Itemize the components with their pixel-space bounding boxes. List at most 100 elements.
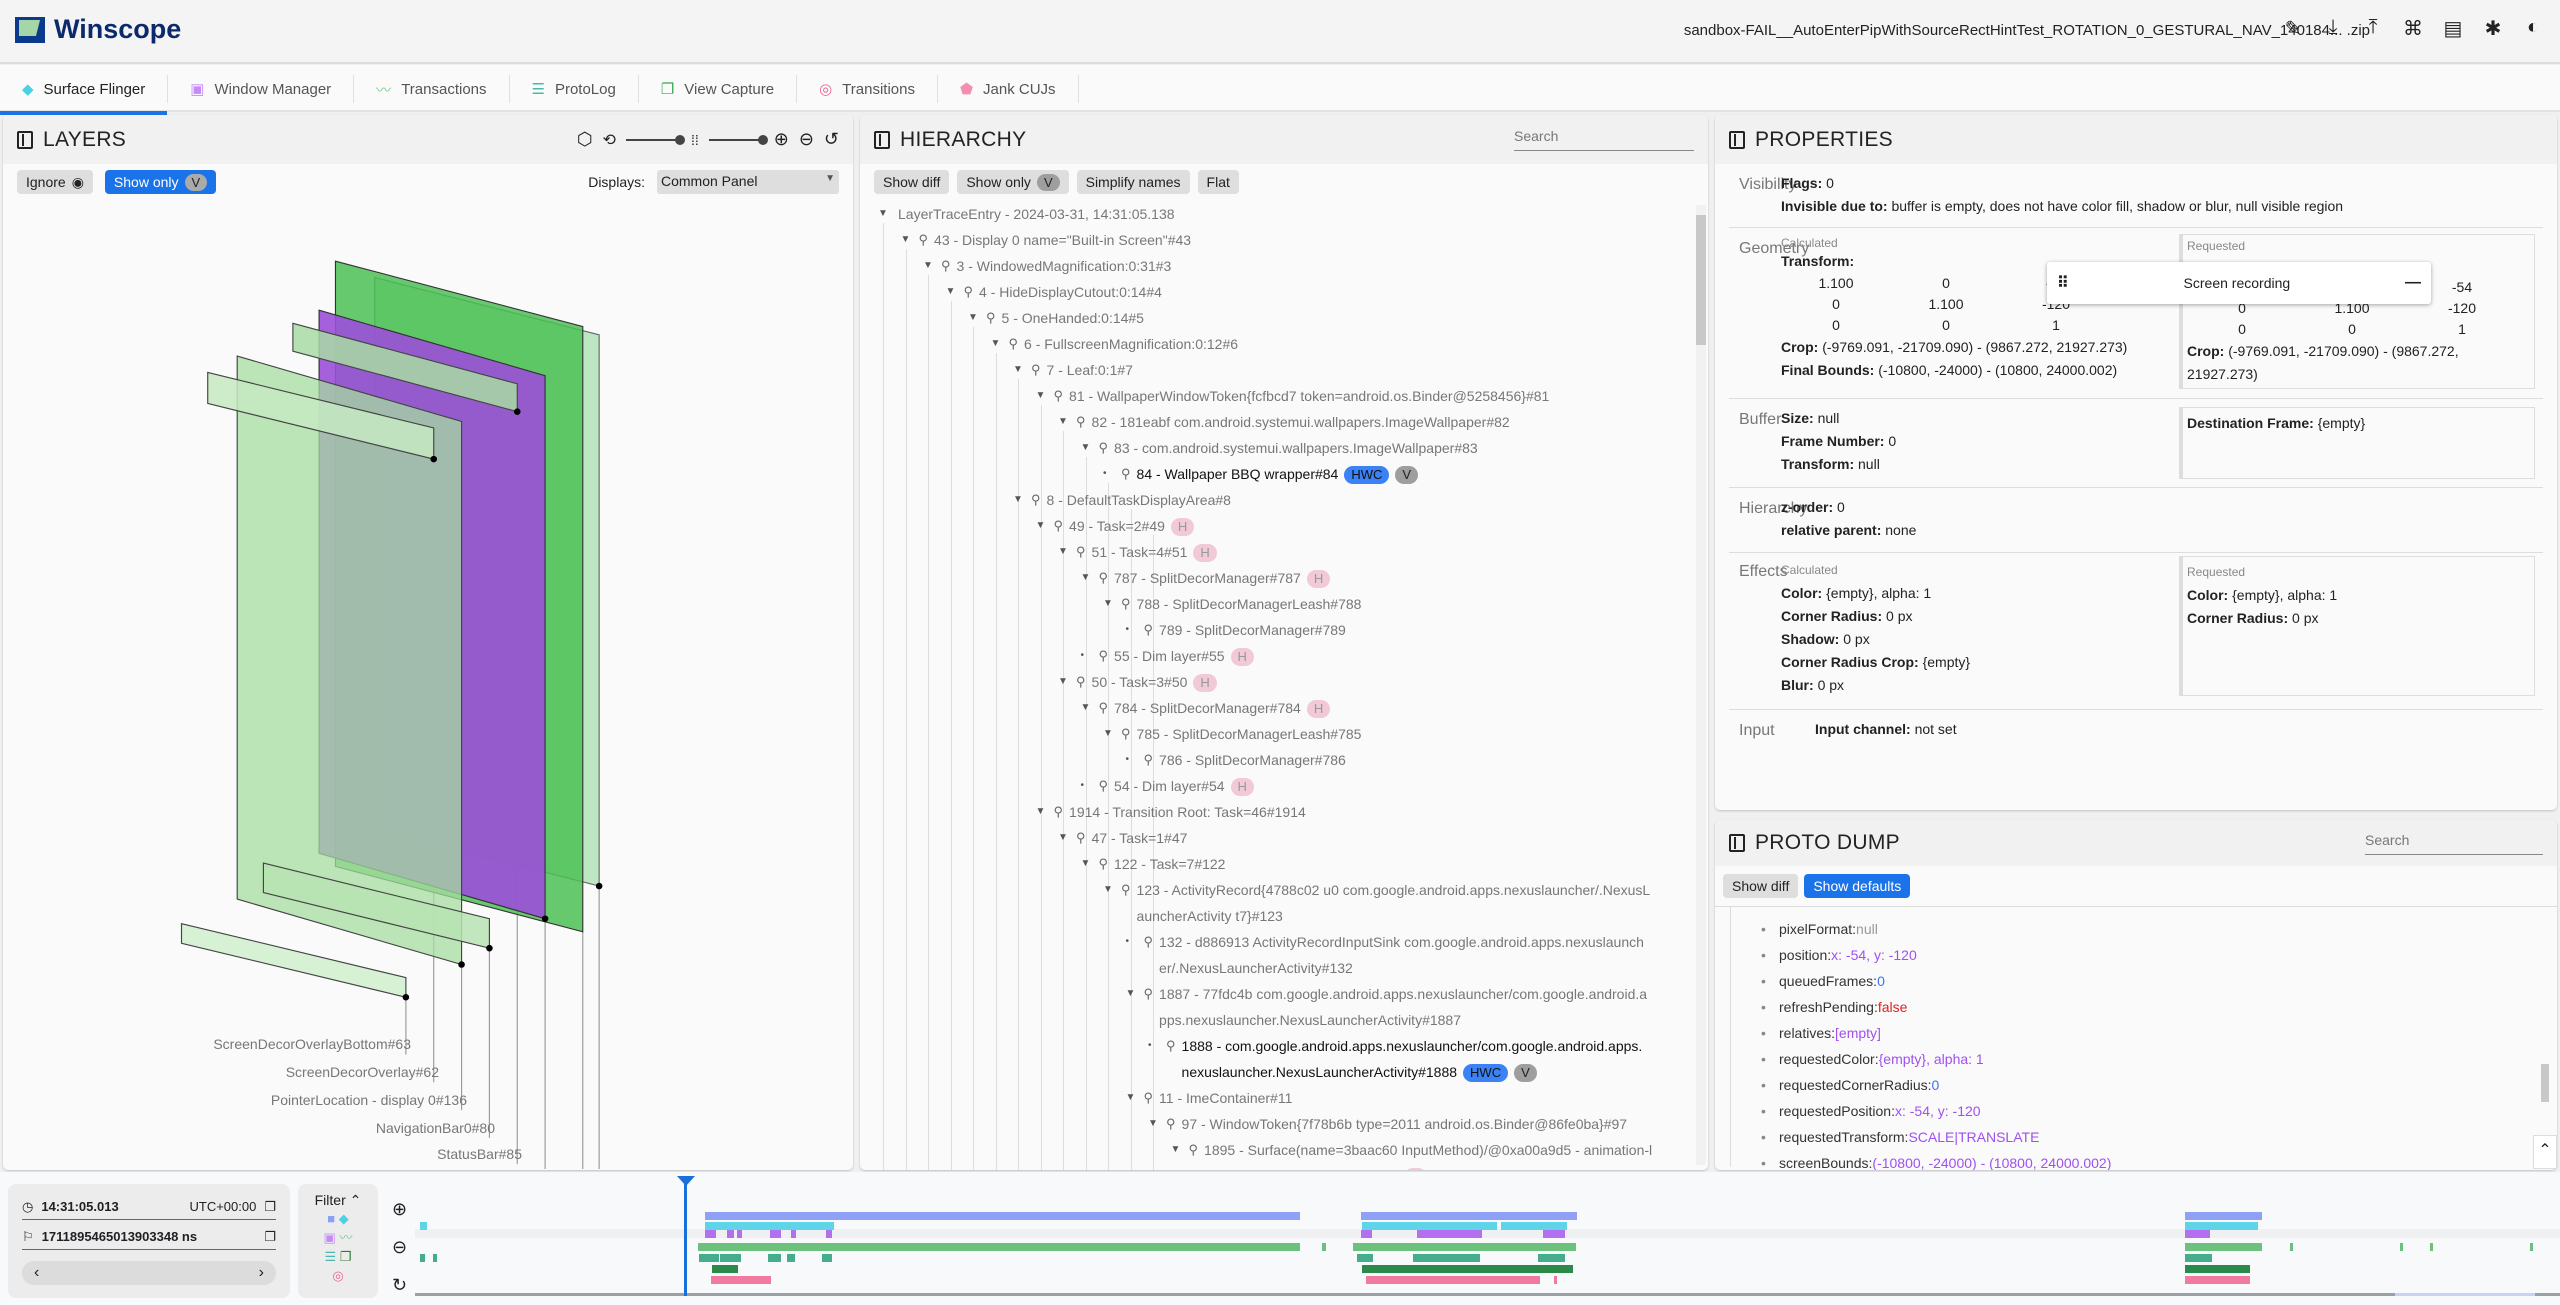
timeline-entry[interactable] — [2290, 1243, 2293, 1251]
expand-arrow-icon[interactable]: ▼ — [1081, 851, 1095, 877]
tree-node[interactable]: ▼ ⚲ 1887 - 77fdc4b com.google.android.apps… — [1126, 981, 1648, 1033]
proto-node[interactable]: requestedPosition:x: -54, y: -120 — [1761, 1098, 1981, 1124]
tab-window-manager[interactable]: ▣ Window Manager — [168, 75, 355, 103]
pin-icon[interactable]: ⚲ — [1144, 981, 1154, 1007]
tab-view-capture[interactable]: ❐ View Capture — [639, 75, 798, 103]
pin-icon[interactable]: ⚲ — [1121, 721, 1131, 747]
expand-arrow-icon[interactable]: ▼ — [1058, 539, 1072, 565]
tree-node[interactable]: ▼ ⚲ 1914 - Transition Root: Task=46#1914 — [1036, 799, 1306, 825]
cursor-handle-icon[interactable] — [677, 1176, 695, 1186]
screen-recording-widget[interactable]: ⠿ Screen recording — — [2047, 262, 2431, 304]
show-diff-button[interactable]: Show diff — [874, 170, 950, 194]
layer-label[interactable]: NavigationBar0#80 — [376, 1120, 495, 1136]
tree-node[interactable]: ▼ ⚲ 82 - 181eabf com.android.systemui.wall… — [1058, 409, 1510, 435]
tree-node[interactable]: • ⚲ 54 - Dim layer#54 H — [1081, 773, 1254, 799]
expand-arrow-icon[interactable]: ▼ — [946, 279, 960, 305]
timeline-entry[interactable] — [1362, 1265, 1573, 1273]
timeline-entry[interactable] — [737, 1230, 742, 1238]
tree-node[interactable]: • ⚲ 55 - Dim layer#55 H — [1081, 643, 1254, 669]
show-only-button[interactable]: Show only V — [104, 170, 217, 194]
tree-node[interactable]: ▼ ⚲ 97 - WindowToken{7f78b6b type=2011 and… — [1148, 1111, 1627, 1137]
ns-field[interactable]: ⚐ 1711895465013903348 ns ❐ — [22, 1224, 276, 1250]
pin-icon[interactable]: ⚲ — [1054, 799, 1064, 825]
pin-icon[interactable]: ⚲ — [919, 227, 929, 253]
pin-icon[interactable]: ⚲ — [1099, 435, 1109, 461]
pin-icon[interactable]: ⚲ — [1099, 565, 1109, 591]
tree-node[interactable]: ▼ ⚲ 4 - HideDisplayCutout:0:14#4 — [946, 279, 1162, 305]
expand-arrow-icon[interactable]: ▼ — [1081, 695, 1095, 721]
tree-node[interactable]: ▼ ⚲ 785 - SplitDecorManagerLeash#785 — [1103, 721, 1361, 747]
hierarchy-search-input[interactable]: Search — [1514, 128, 1694, 151]
pin-icon[interactable]: ⚲ — [1144, 747, 1154, 773]
timeline-entry[interactable] — [420, 1254, 425, 1262]
bug-icon[interactable]: ✱ — [2480, 16, 2506, 41]
timeline-entry[interactable] — [822, 1254, 832, 1262]
timeline-entry[interactable] — [1322, 1243, 1326, 1251]
tree-node[interactable]: ▼ ⚲ 11 - ImeContainer#11 — [1126, 1085, 1293, 1111]
tree-node[interactable]: ▼ ⚲ 49 - Task=2#49 H — [1036, 513, 1195, 539]
timeline-entry[interactable] — [1501, 1222, 1567, 1230]
timeline-entry[interactable] — [720, 1254, 741, 1262]
pin-icon[interactable]: ⚲ — [1054, 383, 1064, 409]
copy-icon[interactable]: ❐ — [264, 1229, 276, 1245]
timeline-entry[interactable] — [1417, 1230, 1482, 1238]
expand-arrow-icon[interactable]: ▼ — [991, 331, 1005, 357]
timeline-entry[interactable] — [1361, 1230, 1372, 1238]
reset-zoom-icon[interactable]: ↻ — [392, 1266, 407, 1304]
tree-node[interactable]: ▼ ⚲ 122 - Task=7#122 — [1081, 851, 1226, 877]
scroll-top-button[interactable]: ⌃ — [2533, 1135, 2557, 1169]
layers-3d-canvas[interactable] — [3, 199, 853, 1169]
tab-protolog[interactable]: ☰ ProtoLog — [510, 75, 639, 103]
timeline-entry[interactable] — [705, 1230, 716, 1238]
download-icon[interactable]: ⤓ — [2320, 16, 2346, 41]
video-icon[interactable]: ■ — [327, 1211, 335, 1226]
timeline-entry[interactable] — [705, 1222, 834, 1230]
cube-icon[interactable]: ⬡ — [577, 129, 593, 150]
timeline-entry[interactable] — [1366, 1276, 1540, 1284]
proto-search-input[interactable]: Search — [2365, 832, 2543, 855]
timeline-entry[interactable] — [2530, 1243, 2533, 1251]
chevron-up-icon[interactable]: ⌃ — [350, 1192, 362, 1208]
expand-arrow-icon[interactable]: ▼ — [1058, 669, 1072, 695]
timeline-entry[interactable] — [711, 1276, 771, 1284]
tree-node[interactable]: • ⚲ 84 - Wallpaper BBQ wrapper#84 HWC V — [1103, 461, 1419, 487]
timeline-entry[interactable] — [768, 1254, 781, 1262]
pin-icon[interactable]: ⚲ — [1144, 1085, 1154, 1111]
pin-icon[interactable]: ⚲ — [1099, 773, 1109, 799]
expand-arrow-icon[interactable]: ▼ — [1058, 825, 1072, 851]
spacing-slider[interactable] — [708, 134, 768, 145]
layer-label[interactable]: ScreenDecorOverlay#62 — [286, 1064, 439, 1080]
shortcuts-icon[interactable]: ⌘ — [2400, 16, 2426, 41]
pin-icon[interactable]: ⚲ — [1076, 825, 1086, 851]
expand-arrow-icon[interactable]: ▼ — [1148, 1111, 1162, 1137]
timeline-entry[interactable] — [826, 1230, 832, 1238]
tree-node[interactable]: • ⚲ 786 - SplitDecorManager#786 — [1126, 747, 1346, 773]
copy-icon[interactable]: ❐ — [264, 1199, 276, 1215]
next-entry-icon[interactable]: › — [259, 1261, 264, 1285]
pin-icon[interactable]: ⚲ — [1076, 539, 1086, 565]
tree-node[interactable]: ▼ ⚲ 3 - WindowedMagnification:0:31#3 — [923, 253, 1171, 279]
tab-transactions[interactable]: 〰 Transactions — [354, 75, 510, 103]
proto-node[interactable]: pixelFormat:null — [1761, 916, 1878, 942]
tab-surface-flinger[interactable]: ◆ Surface Flinger — [0, 75, 169, 115]
pin-icon[interactable]: ⚲ — [1099, 695, 1109, 721]
tree-node[interactable]: • ⚲ 789 - SplitDecorManager#789 — [1126, 617, 1346, 643]
timeline-entry[interactable] — [698, 1243, 1300, 1251]
timeline-entry[interactable] — [2185, 1243, 2262, 1251]
tree-node[interactable]: ▼ ⚲ 8 - DefaultTaskDisplayArea#8 — [1013, 487, 1231, 513]
zoom-in-icon[interactable]: ⊕ — [392, 1190, 407, 1228]
tree-node[interactable]: • ⚲ 132 - d886913 ActivityRecordInputSink … — [1126, 929, 1644, 981]
pin-icon[interactable]: ⚲ — [964, 279, 974, 305]
list-icon[interactable]: ☰ — [325, 1249, 337, 1264]
timeline-entry[interactable] — [787, 1254, 795, 1262]
timeline-entry[interactable] — [1357, 1254, 1373, 1262]
timeline-entry[interactable] — [727, 1230, 734, 1238]
timeline-entry[interactable] — [1538, 1254, 1565, 1262]
tree-node[interactable]: ▼ ⚲ 1895 - Surface(name=3baac60 InputMetho… — [1171, 1137, 1652, 1170]
tree-node[interactable]: ▼ ⚲ 47 - Task=1#47 — [1058, 825, 1187, 851]
timeline-entry[interactable] — [1361, 1212, 1577, 1220]
timeline-viewport[interactable] — [2395, 1293, 2535, 1296]
chart-line-icon[interactable]: 〰 — [339, 1230, 352, 1245]
timeline-entry[interactable] — [770, 1230, 781, 1238]
expand-arrow-icon[interactable]: ▼ — [1081, 565, 1095, 591]
